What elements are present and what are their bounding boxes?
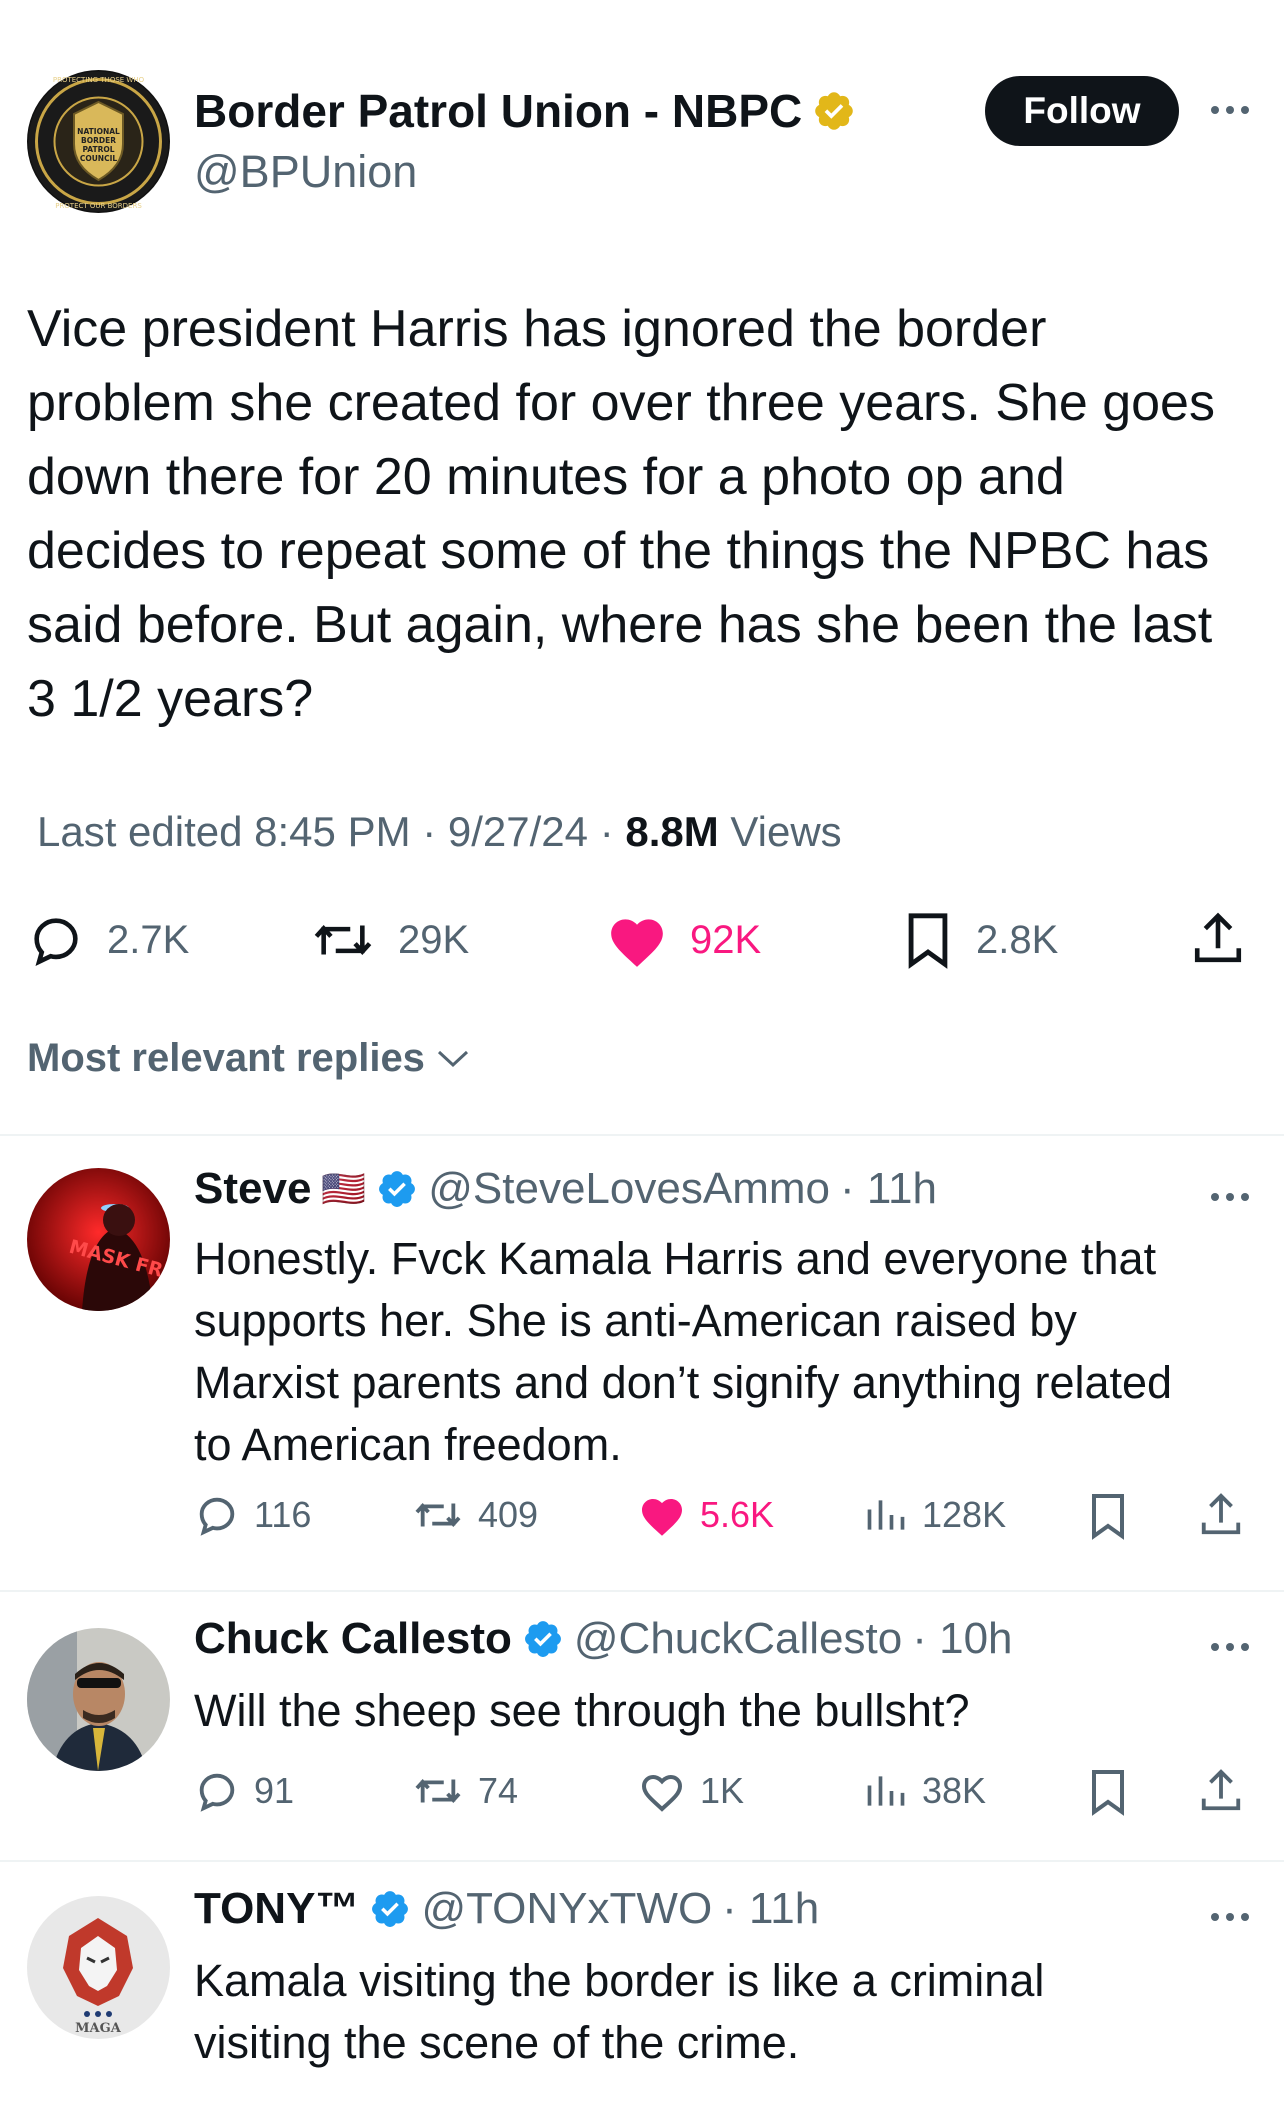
author-name[interactable]: Border Patrol Union - NBPC	[194, 84, 856, 138]
heart-icon	[641, 1774, 683, 1812]
gold-verified-icon[interactable]	[812, 89, 856, 133]
bookmark-button[interactable]	[1088, 1492, 1128, 1540]
reply-text: Will the sheep see through the bullsht?	[194, 1685, 970, 1736]
follow-button[interactable]: Follow	[985, 76, 1179, 146]
svg-text:BORDER: BORDER	[81, 136, 116, 145]
reply-icon	[199, 1497, 235, 1536]
bookmark-icon	[908, 913, 948, 969]
repost-icon	[415, 1502, 461, 1528]
views-button[interactable]: 128K	[864, 1492, 1006, 1538]
tweet-body: Vice president Harris has ignored the bo…	[27, 300, 1215, 728]
reply-author-name[interactable]: TONY™	[194, 1884, 359, 1934]
repost-button[interactable]: 409	[412, 1492, 538, 1538]
verified-icon[interactable]	[369, 1888, 411, 1930]
reply-author-handle[interactable]: @ChuckCallesto	[574, 1614, 902, 1664]
main-tweet: PROTECTING THOSE WHO NATIONAL BORDER PAT…	[0, 0, 1284, 1136]
us-flag-icon: 🇺🇸	[321, 1168, 367, 1209]
avatar-logo-bottom-text: PROTECT OUR BORDERS	[55, 202, 142, 210]
reply-author-handle[interactable]: @TONYxTWO	[421, 1884, 712, 1934]
repost-button[interactable]: 29K	[310, 911, 469, 969]
share-button[interactable]	[1198, 1766, 1244, 1816]
avatar[interactable]: PROTECTING THOSE WHO NATIONAL BORDER PAT…	[27, 70, 170, 213]
more-options-icon[interactable]	[1208, 1902, 1252, 1932]
tweet-actions: 2.7K 29K 92K 2.8K	[0, 905, 1284, 975]
repost-icon	[415, 1778, 461, 1804]
analytics-icon	[867, 1500, 905, 1530]
more-options-icon[interactable]	[1208, 95, 1252, 125]
avatar-logo-text: MAGA	[75, 2021, 122, 2036]
reply-button[interactable]: 2.7K	[27, 911, 189, 969]
heart-filled-icon	[642, 1499, 682, 1536]
reply-item[interactable]: MAGA TONY™ @TONYxTWO · 11h Kamala visiti…	[0, 1862, 1284, 2113]
avatar-logo-top-text: PROTECTING THOSE WHO	[53, 76, 145, 84]
repost-icon	[314, 924, 372, 956]
analytics-icon	[867, 1776, 905, 1806]
reply-author-handle[interactable]: @SteveLovesAmmo	[428, 1164, 830, 1214]
chevron-down-icon	[437, 1050, 468, 1067]
heart-filled-icon	[611, 919, 663, 967]
tweet-meta: Last edited 8:45 PM · 9/27/24 · 8.8M Vie…	[37, 808, 842, 856]
share-icon	[1201, 1493, 1241, 1535]
bookmark-icon	[1092, 1494, 1124, 1540]
repost-button[interactable]: 74	[412, 1768, 518, 1814]
share-icon	[1201, 1769, 1241, 1811]
reply-time[interactable]: · 10h	[912, 1614, 1012, 1664]
reply-item[interactable]: Chuck Callesto @ChuckCallesto · 10h Will…	[0, 1592, 1284, 1860]
more-options-icon[interactable]	[1208, 1632, 1252, 1662]
avatar[interactable]: MAGA	[27, 1896, 170, 2039]
share-button[interactable]	[1190, 909, 1246, 969]
reply-header: TONY™ @TONYxTWO · 11h	[194, 1884, 819, 1934]
reply-actions: 116 409 5.6K 128K	[0, 1488, 1284, 1548]
bookmark-icon	[1092, 1770, 1124, 1816]
verified-icon[interactable]	[522, 1618, 564, 1660]
views-count: 8.8M	[625, 808, 719, 855]
avatar[interactable]: MASK FREE	[27, 1168, 170, 1311]
like-button[interactable]: 1K	[638, 1768, 744, 1814]
reply-author-name[interactable]: Steve	[194, 1164, 311, 1214]
reply-time[interactable]: · 11h	[722, 1884, 819, 1934]
replies-sort-dropdown[interactable]: Most relevant replies	[27, 1036, 471, 1081]
more-options-icon[interactable]	[1208, 1182, 1252, 1212]
verified-icon[interactable]	[376, 1168, 418, 1210]
edit-timestamp[interactable]: Last edited 8:45 PM · 9/27/24 ·	[37, 808, 625, 855]
share-icon	[1194, 912, 1242, 963]
bookmark-button[interactable]	[1088, 1768, 1128, 1816]
svg-text:COUNCIL: COUNCIL	[80, 154, 118, 163]
reply-icon	[34, 918, 78, 967]
svg-text:PATROL: PATROL	[82, 145, 114, 154]
reply-item[interactable]: MASK FREE Steve 🇺🇸 @SteveLovesAmmo · 11h…	[0, 1136, 1284, 1584]
svg-text:NATIONAL: NATIONAL	[77, 127, 120, 136]
views-label: Views	[718, 808, 842, 855]
share-button[interactable]	[1198, 1490, 1244, 1540]
union-logo-icon: PROTECTING THOSE WHO NATIONAL BORDER PAT…	[28, 71, 169, 212]
reply-button[interactable]: 116	[194, 1492, 311, 1538]
reply-author-name[interactable]: Chuck Callesto	[194, 1614, 512, 1664]
like-button[interactable]: 5.6K	[638, 1492, 774, 1538]
reply-header: Steve 🇺🇸 @SteveLovesAmmo · 11h	[194, 1164, 937, 1214]
reply-button[interactable]: 91	[194, 1768, 294, 1814]
avatar[interactable]	[27, 1628, 170, 1771]
views-button[interactable]: 38K	[864, 1768, 986, 1814]
reply-icon	[199, 1773, 235, 1812]
reply-text: Kamala visiting the border is like a cri…	[194, 1955, 1045, 2068]
reply-actions: 91 74 1K 38K	[0, 1764, 1284, 1824]
like-button[interactable]: 92K	[606, 911, 761, 969]
reply-text: Honestly. Fvck Kamala Harris and everyon…	[194, 1233, 1173, 1470]
reply-time[interactable]: · 11h	[840, 1164, 937, 1214]
reply-header: Chuck Callesto @ChuckCallesto · 10h	[194, 1614, 1013, 1664]
bookmark-button[interactable]: 2.8K	[902, 911, 1058, 969]
author-handle[interactable]: @BPUnion	[194, 146, 417, 198]
